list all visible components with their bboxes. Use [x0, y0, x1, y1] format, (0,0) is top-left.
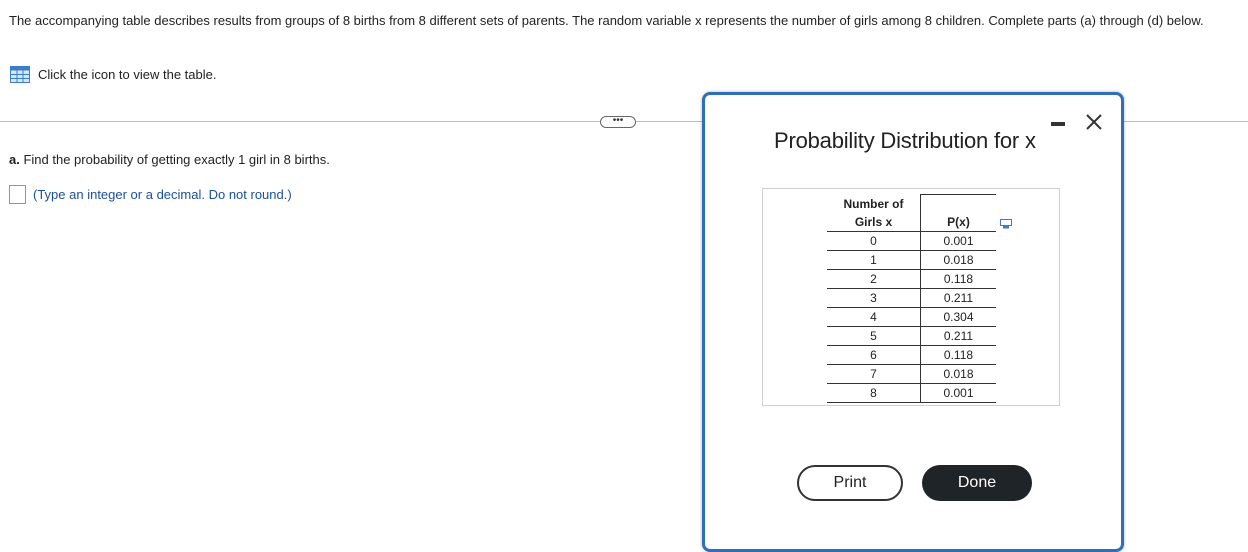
- answer-input[interactable]: [9, 185, 26, 204]
- cell-girls-x: 6: [827, 345, 921, 365]
- print-button[interactable]: Print: [797, 465, 903, 501]
- question-text: Find the probability of getting exactly …: [23, 152, 330, 167]
- copy-icon[interactable]: [1000, 219, 1012, 229]
- cell-probability: 0.211: [920, 326, 996, 346]
- cell-probability: 0.304: [920, 307, 996, 327]
- table-grid-icon[interactable]: [10, 66, 30, 83]
- cell-girls-x: 5: [827, 326, 921, 346]
- cell-probability: 0.018: [920, 364, 996, 384]
- cell-probability: 0.211: [920, 288, 996, 308]
- table-row: 4 0.304: [827, 307, 996, 327]
- column-header-px-label: P(x): [947, 215, 970, 229]
- cell-girls-x: 3: [827, 288, 921, 308]
- cell-girls-x: 1: [827, 250, 921, 270]
- view-table-link[interactable]: Click the icon to view the table.: [10, 66, 216, 83]
- expand-ellipsis-button[interactable]: •••: [600, 116, 636, 128]
- view-table-label[interactable]: Click the icon to view the table.: [38, 67, 216, 82]
- column-header-px: P(x): [920, 194, 996, 232]
- cell-probability: 0.018: [920, 250, 996, 270]
- table-row: 6 0.118: [827, 345, 996, 365]
- column-header-x-line2: Girls x: [854, 214, 893, 229]
- dialog-title: Probability Distribution for x: [774, 128, 1036, 153]
- minimize-icon[interactable]: [1051, 122, 1065, 126]
- probability-distribution-dialog: Probability Distribution for x Number of…: [702, 92, 1124, 552]
- question-a: a. Find the probability of getting exact…: [9, 152, 330, 167]
- table-row: 5 0.211: [827, 326, 996, 346]
- cell-probability: 0.118: [920, 269, 996, 289]
- cell-probability: 0.001: [920, 231, 996, 251]
- instructions-text: The accompanying table describes results…: [9, 13, 1204, 28]
- done-button[interactable]: Done: [922, 465, 1032, 501]
- table-row: 1 0.018: [827, 250, 996, 270]
- table-row: 2 0.118: [827, 269, 996, 289]
- distribution-table: Number of Girls x P(x) 0 0.001 1 0.018 2 0.11…: [827, 194, 996, 403]
- table-row: 3 0.211: [827, 288, 996, 308]
- cell-girls-x: 2: [827, 269, 921, 289]
- cell-girls-x: 8: [827, 383, 921, 403]
- cell-girls-x: 4: [827, 307, 921, 327]
- column-header-x-line1: Number of: [843, 196, 904, 211]
- cell-girls-x: 7: [827, 364, 921, 384]
- cell-probability: 0.001: [920, 383, 996, 403]
- answer-hint: (Type an integer or a decimal. Do not ro…: [33, 187, 292, 202]
- distribution-table-frame: Number of Girls x P(x) 0 0.001 1 0.018 2 0.11…: [762, 188, 1060, 406]
- table-row: 7 0.018: [827, 364, 996, 384]
- cell-girls-x: 0: [827, 231, 921, 251]
- close-icon[interactable]: [1083, 111, 1105, 133]
- cell-probability: 0.118: [920, 345, 996, 365]
- question-part-label: a.: [9, 152, 20, 167]
- table-row: 8 0.001: [827, 383, 996, 403]
- table-row: 0 0.001: [827, 231, 996, 251]
- answer-row: (Type an integer or a decimal. Do not ro…: [9, 185, 292, 204]
- column-header-x: Number of Girls x: [827, 194, 921, 232]
